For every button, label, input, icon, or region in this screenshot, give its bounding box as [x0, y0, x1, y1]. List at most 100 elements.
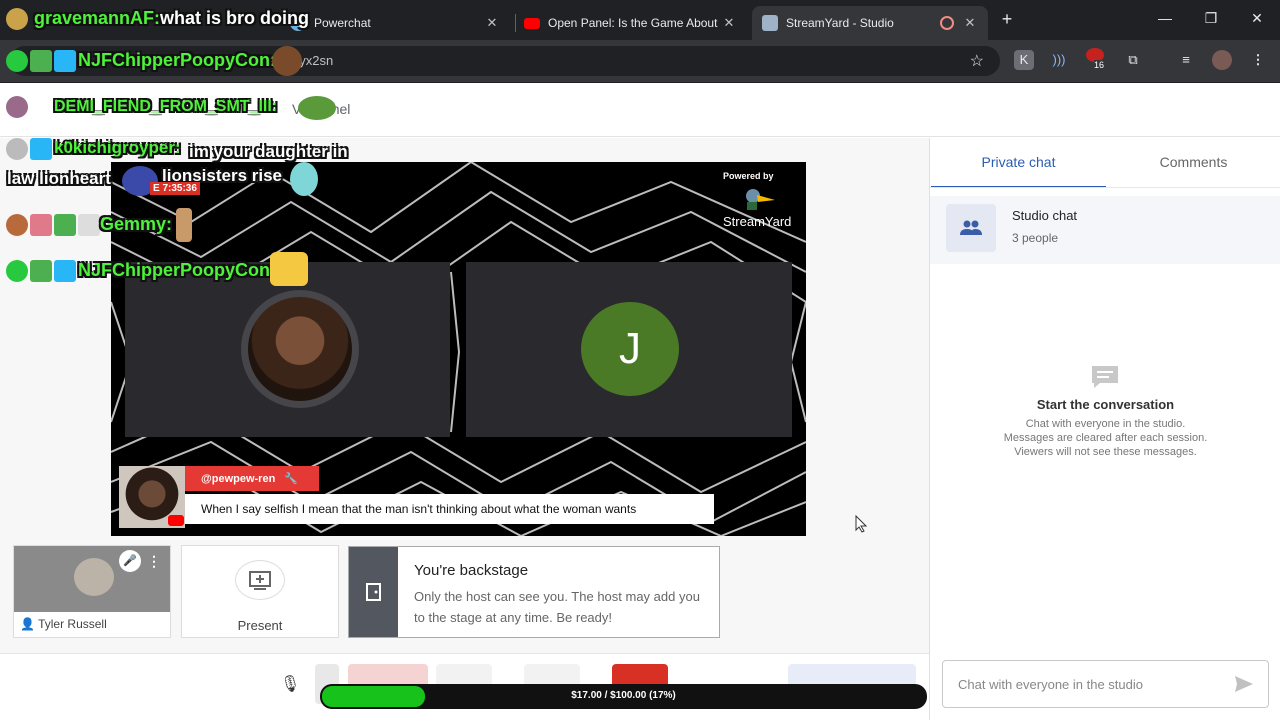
streamyard-logo-icon: [746, 189, 775, 210]
emote-icon: [78, 214, 100, 236]
studio-chat-subtitle: 3 people: [1012, 231, 1059, 245]
mute-mic-button[interactable]: 🎙: [270, 664, 306, 704]
person-icon: 👤: [20, 617, 35, 631]
overlay-username: DEMI_FIEND_FROM_SMT_III:: [54, 98, 278, 115]
chat-bubble-icon: [1092, 366, 1118, 388]
backstage-title: You're backstage: [414, 562, 529, 579]
chat-message-input[interactable]: [944, 662, 1224, 706]
emote-icon: [272, 46, 302, 76]
tabs-divider: [930, 187, 1280, 188]
chat-input-box: [942, 660, 1269, 708]
group-icon: [946, 204, 996, 252]
present-label: Present: [237, 618, 283, 633]
caption-username-text: @pewpew-ren: [201, 473, 276, 485]
bookmark-star-icon[interactable]: ☆: [970, 51, 984, 71]
participant-tile[interactable]: J: [466, 262, 792, 437]
emote-icon: [54, 214, 76, 236]
overlay-username: Gemmy:: [100, 214, 173, 234]
profile-avatar[interactable]: [1212, 50, 1232, 70]
extension-badge-count: 16: [1094, 60, 1105, 70]
present-screen-svg: [249, 571, 271, 590]
emote-icon: [30, 260, 52, 282]
group-svg: [960, 220, 982, 235]
close-tab-icon[interactable]: ✕: [962, 15, 978, 31]
participant-face: [248, 297, 352, 401]
tab-title: Powerchat: [314, 16, 371, 30]
audio-extension-icon[interactable]: ))): [1049, 50, 1069, 70]
close-window-icon[interactable]: ✕: [1242, 10, 1272, 27]
donation-goal-bar: $17.00 / $100.00 (17%): [320, 684, 927, 709]
emote-icon: [6, 8, 28, 30]
tab-title: StreamYard - Studio: [786, 16, 894, 30]
stream-timer: E 7:35:36: [150, 182, 200, 195]
caption-username: @pewpew-ren 🔧: [185, 466, 319, 491]
studio-chat-item[interactable]: Studio chat 3 people: [930, 196, 1280, 264]
backstage-notice: You're backstage Only the host can see y…: [348, 546, 720, 638]
empty-chat-title: Start the conversation: [1036, 397, 1175, 412]
overlay-username: NJFChipperPoopyCon:: [78, 50, 276, 70]
present-screen-icon: [235, 560, 285, 600]
streamyard-favicon-icon: [762, 15, 778, 31]
overlay-username: NJFChipperPoopyCon:: [78, 260, 276, 280]
emote-icon: [6, 260, 28, 282]
empty-chat-line: Chat with everyone in the studio.: [1025, 418, 1186, 430]
self-name-text: Tyler Russell: [38, 617, 107, 631]
media-control-icon[interactable]: ≡: [1176, 50, 1196, 70]
tab-open-panel[interactable]: Open Panel: Is the Game About ✕: [514, 6, 747, 40]
more-options-icon[interactable]: ⋮: [146, 550, 162, 572]
emote-icon: [30, 50, 52, 72]
emote-icon: [298, 96, 336, 120]
tab-streamyard-studio[interactable]: StreamYard - Studio ✕: [752, 6, 988, 40]
studio-chat-title: Studio chat: [1012, 208, 1078, 223]
emote-icon: [6, 96, 28, 118]
chat-panel: Private chat Comments Studio chat 3 peop…: [929, 138, 1280, 720]
participant-avatar: [241, 290, 359, 408]
mouse-cursor-icon: [855, 515, 867, 533]
emote-icon: [6, 214, 28, 236]
send-icon[interactable]: [1234, 675, 1254, 693]
mic-icon: 🎙: [280, 676, 301, 693]
close-tab-icon[interactable]: ✕: [484, 15, 500, 31]
extension-badge-icon[interactable]: 16: [1086, 48, 1108, 70]
extension-icon[interactable]: K: [1014, 50, 1034, 70]
emote-icon: [270, 252, 308, 286]
overlay-message: what is bro doing: [160, 8, 309, 28]
door-svg: [366, 583, 381, 601]
youtube-badge-icon: [168, 515, 184, 526]
participant-tile[interactable]: [125, 262, 450, 437]
youtube-favicon-icon: [524, 17, 540, 29]
self-name: 👤 Tyler Russell: [20, 617, 107, 631]
emote-icon: [30, 214, 52, 236]
emote-icon: [6, 50, 28, 72]
mic-icon[interactable]: 🎤: [119, 550, 141, 572]
tab-powerchat[interactable]: Powerchat ✕: [280, 6, 510, 40]
restore-icon[interactable]: ❐: [1196, 10, 1226, 27]
participant-initial-avatar: J: [581, 302, 679, 396]
emote-icon: [54, 260, 76, 282]
empty-chat-line: Messages are cleared after each session.: [1003, 432, 1208, 444]
emote-icon: [54, 50, 76, 72]
minimize-icon[interactable]: —: [1150, 10, 1180, 26]
self-video: 🎤 ⋮: [14, 546, 170, 612]
streamyard-logo-text: StreamYard: [723, 214, 792, 229]
tab-private-chat[interactable]: Private chat: [931, 138, 1106, 188]
empty-chat-line: Viewers will not see these messages.: [1014, 446, 1197, 458]
browser-menu-icon[interactable]: ⋮: [1248, 50, 1268, 70]
backstage-text: Only the host can see you. The host may …: [414, 589, 700, 625]
present-button[interactable]: Present: [181, 545, 339, 638]
emote-icon: [290, 162, 318, 196]
emote-icon: [176, 208, 192, 242]
tab-title: Open Panel: Is the Game About: [548, 16, 718, 30]
extensions-puzzle-icon[interactable]: ⧉: [1123, 50, 1143, 70]
goal-text: $17.00 / $100.00 (17%): [571, 690, 676, 701]
powered-by-label: Powered by: [723, 171, 774, 181]
recording-icon: [940, 16, 954, 30]
close-tab-icon[interactable]: ✕: [721, 15, 737, 31]
broadcast-stage: J Powered by StreamYard @pewpew-ren 🔧 Wh…: [111, 162, 806, 536]
door-icon: [349, 547, 398, 637]
new-tab-button[interactable]: +: [996, 9, 1018, 30]
self-avatar: [74, 558, 114, 596]
self-participant-card[interactable]: 🎤 ⋮ 👤 Tyler Russell: [13, 545, 171, 638]
tab-comments[interactable]: Comments: [1106, 138, 1280, 188]
caption-text: When I say selfish I mean that the man i…: [185, 494, 714, 524]
